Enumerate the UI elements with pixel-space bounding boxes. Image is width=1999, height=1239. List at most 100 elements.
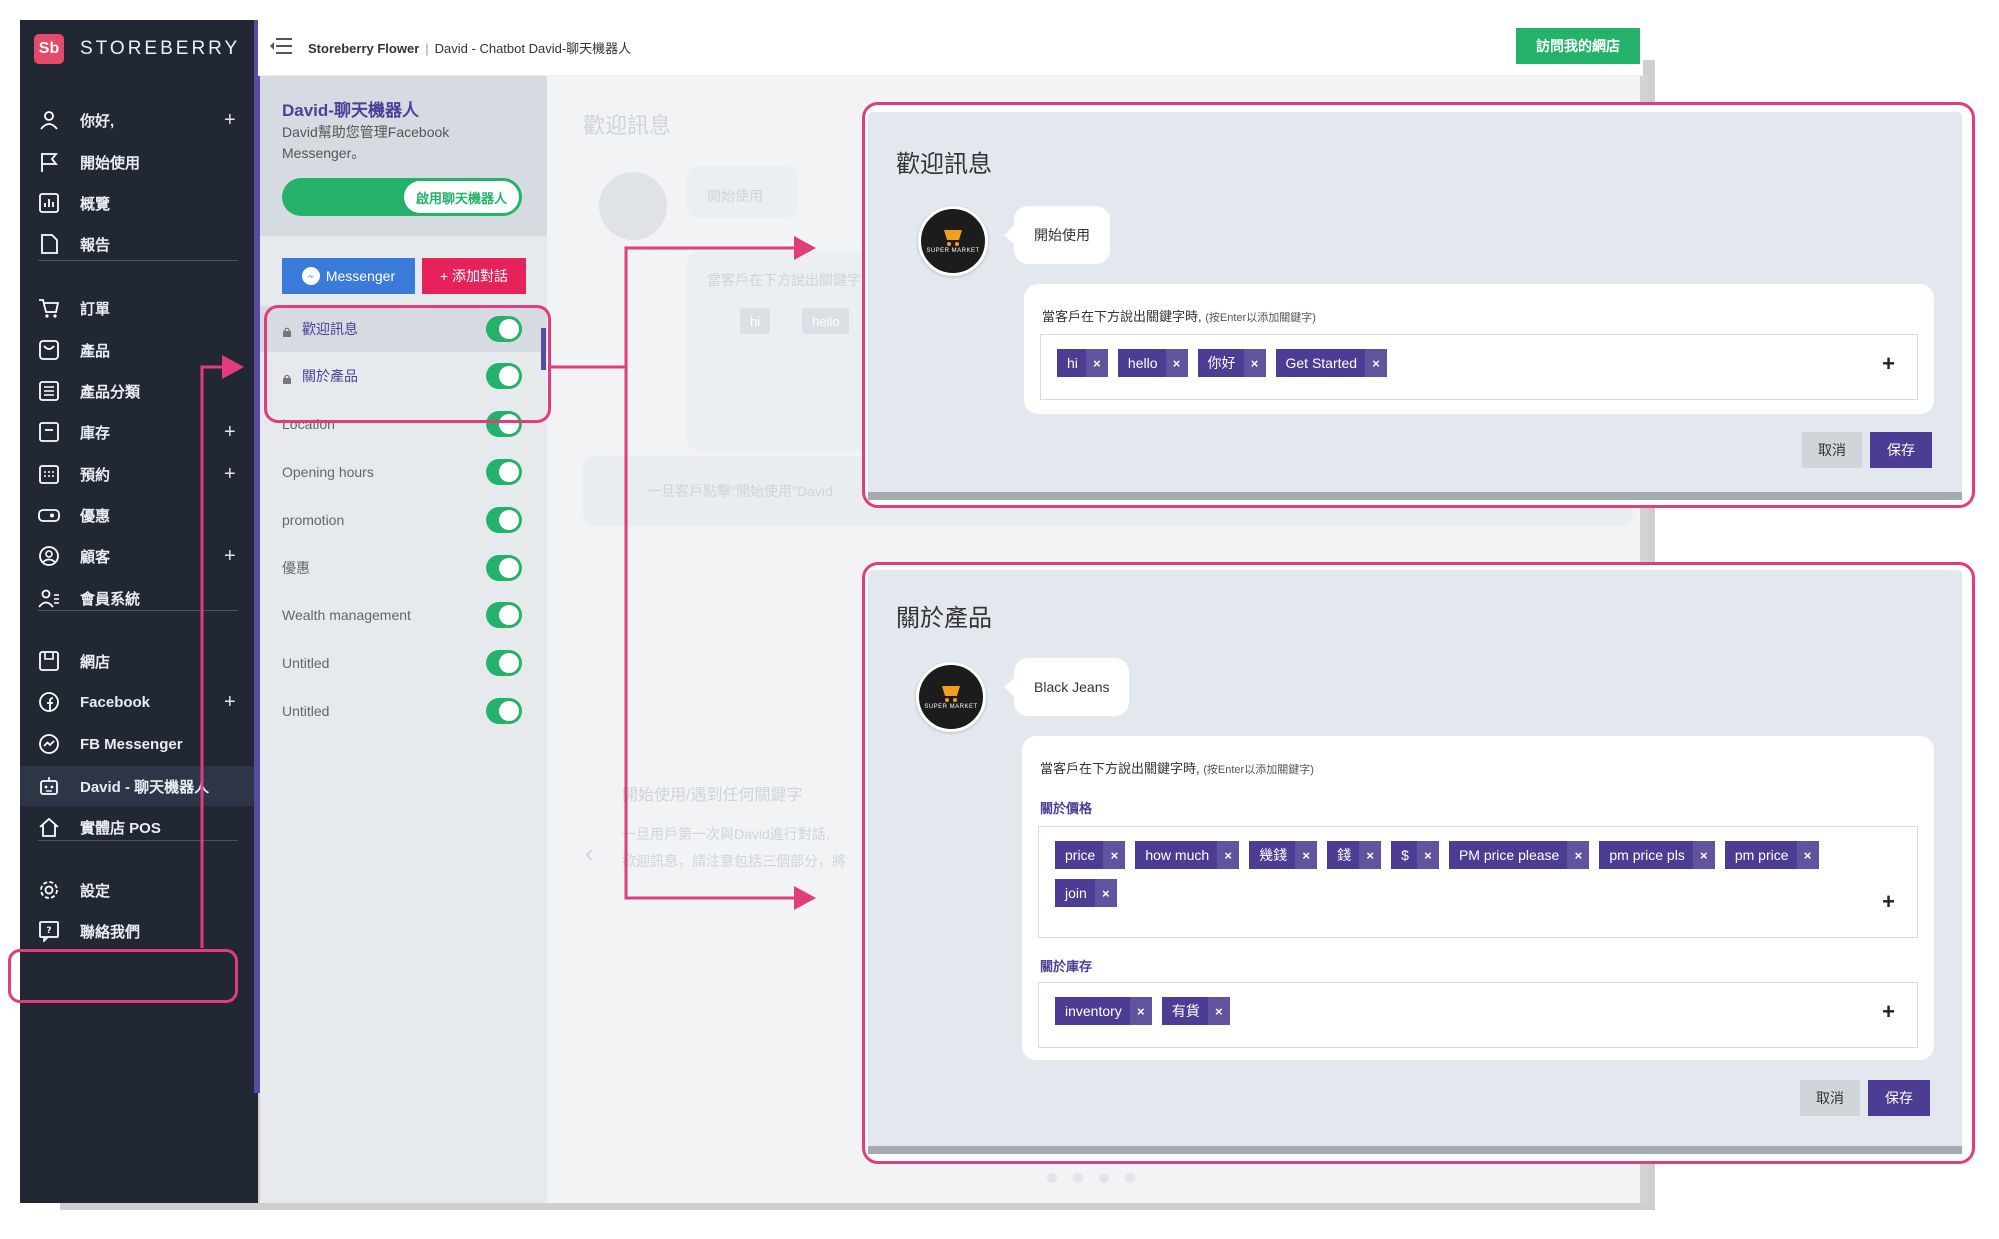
carousel-dot[interactable]	[1073, 1173, 1083, 1183]
bg-prev-arrow-icon[interactable]: ‹	[585, 838, 594, 869]
dialog-item[interactable]: Untitled	[260, 640, 547, 686]
sidebar-item-label: 實體店 POS	[80, 819, 161, 837]
carousel-dot[interactable]	[1125, 1173, 1135, 1183]
user-icon	[38, 109, 60, 131]
remove-tag-icon[interactable]: ×	[1295, 841, 1318, 869]
expand-plus-icon[interactable]: +	[224, 421, 236, 444]
sidebar-item[interactable]: 網店	[20, 641, 258, 681]
sidebar-item-label: 報告	[80, 236, 111, 254]
sidebar-item[interactable]: 顧客 +	[20, 536, 258, 576]
keyword-input-box-price[interactable]: price × how much × 幾錢 × 錢 × $ × PM price please × pm…	[1038, 826, 1918, 938]
visit-store-button[interactable]: 訪問我的網店	[1516, 28, 1640, 64]
sidebar-item[interactable]: Facebook +	[20, 682, 258, 722]
dialog-item[interactable]: Untitled	[260, 688, 547, 734]
expand-plus-icon[interactable]: +	[224, 691, 236, 714]
remove-tag-icon[interactable]: ×	[1359, 841, 1382, 869]
sidebar-item-label: 訂單	[80, 300, 111, 318]
sidebar-item-label: 聯絡我們	[80, 923, 141, 941]
dialog-toggle[interactable]	[486, 698, 522, 724]
dialog-label: 優惠	[282, 560, 310, 576]
bot-message-bubble[interactable]: Black Jeans	[1003, 658, 1130, 716]
sidebar-item[interactable]: 訂單	[20, 288, 258, 328]
keyword-instruction: 當客戶在下方說出關鍵字時, (按Enter以添加關鍵字)	[1040, 758, 1314, 777]
keyword-tag-text: Get Started	[1285, 355, 1358, 371]
sidebar-item[interactable]: David - 聊天機器人	[20, 766, 258, 806]
sidebar-item[interactable]: 開始使用	[20, 142, 258, 182]
remove-tag-icon[interactable]: ×	[1243, 349, 1266, 377]
remove-tag-icon[interactable]: ×	[1796, 841, 1819, 869]
remove-tag-icon[interactable]: ×	[1416, 841, 1439, 869]
keyword-tag-text: 幾錢	[1259, 847, 1288, 863]
expand-plus-icon[interactable]: +	[224, 463, 236, 486]
bot-message-bubble[interactable]: 開始使用	[1004, 206, 1110, 264]
save-button[interactable]: 保存	[1868, 1080, 1930, 1116]
keyword-tags: inventory × 有貨 ×	[1055, 997, 1857, 1025]
keyword-tag-text: 你好	[1207, 355, 1236, 371]
breadcrumb-current: David - Chatbot David-聊天機器人	[434, 41, 632, 56]
keyword-input-box-inventory[interactable]: inventory × 有貨 × +	[1038, 982, 1918, 1048]
brand[interactable]: Sb STOREBERRY	[34, 34, 240, 64]
cancel-button[interactable]: 取消	[1802, 432, 1862, 468]
remove-tag-icon[interactable]: ×	[1217, 841, 1240, 869]
keyword-tag-text: hi	[1067, 355, 1078, 371]
breadcrumb-store[interactable]: Storeberry Flower	[308, 41, 419, 56]
sidebar-item[interactable]: 預約 +	[20, 454, 258, 494]
remove-tag-icon[interactable]: ×	[1692, 841, 1715, 869]
dialog-item[interactable]: Opening hours	[260, 449, 547, 495]
bg-tag-hello: hello	[802, 308, 850, 334]
basket-icon	[942, 686, 960, 702]
add-keyword-button[interactable]: +	[1882, 351, 1895, 377]
enable-chatbot-toggle[interactable]: 啟用聊天機器人	[282, 178, 522, 216]
remove-tag-icon[interactable]: ×	[1085, 349, 1108, 377]
dialog-toggle[interactable]	[486, 459, 522, 485]
dialog-toggle[interactable]	[486, 602, 522, 628]
dialog-label: Untitled	[282, 655, 330, 671]
add-keyword-button[interactable]: +	[1882, 889, 1895, 915]
add-dialog-button[interactable]: + 添加對話	[422, 258, 526, 294]
dialog-item[interactable]: 優惠	[260, 545, 547, 591]
remove-tag-icon[interactable]: ×	[1103, 841, 1126, 869]
carousel-dot[interactable]	[1047, 1173, 1057, 1183]
sidebar-item[interactable]: 優惠	[20, 495, 258, 535]
remove-tag-icon[interactable]: ×	[1094, 879, 1117, 907]
bg-info: 一旦客戶點擊"開始使用"David	[647, 483, 833, 499]
keyword-tag: pm price pls ×	[1599, 841, 1715, 869]
remove-tag-icon[interactable]: ×	[1165, 349, 1188, 377]
dialog-toggle[interactable]	[486, 555, 522, 581]
dialog-item[interactable]: promotion	[260, 497, 547, 543]
robot-icon	[38, 775, 60, 797]
sidebar-item-label: Facebook	[80, 693, 151, 711]
carousel-dot[interactable]	[1099, 1173, 1109, 1183]
ticket-icon	[38, 504, 60, 526]
remove-tag-icon[interactable]: ×	[1567, 841, 1590, 869]
add-keyword-button[interactable]: +	[1882, 999, 1895, 1025]
breadcrumb: Storeberry Flower | David - Chatbot David-…	[308, 38, 631, 57]
remove-tag-icon[interactable]: ×	[1207, 997, 1230, 1025]
sidebar-item[interactable]: 庫存 +	[20, 412, 258, 452]
sidebar-item[interactable]: 產品	[20, 330, 258, 370]
dialog-toggle[interactable]	[486, 507, 522, 533]
bg-heading: 歡迎訊息	[583, 113, 672, 138]
svg-text:?: ?	[46, 926, 51, 936]
dialog-item[interactable]: Wealth management	[260, 592, 547, 638]
messenger-button[interactable]: Messenger	[282, 258, 415, 294]
expand-plus-icon[interactable]: +	[224, 109, 236, 132]
sidebar-item[interactable]: 你好, +	[20, 100, 258, 140]
keyword-input-box[interactable]: hi × hello × 你好 × Get Started × +	[1040, 334, 1918, 400]
collapse-menu-icon[interactable]	[270, 36, 292, 56]
cancel-button[interactable]: 取消	[1800, 1080, 1860, 1116]
remove-tag-icon[interactable]: ×	[1129, 997, 1152, 1025]
remove-tag-icon[interactable]: ×	[1365, 349, 1388, 377]
expand-plus-icon[interactable]: +	[224, 545, 236, 568]
save-button[interactable]: 保存	[1870, 432, 1932, 468]
sidebar-item[interactable]: 產品分類	[20, 371, 258, 411]
sidebar-item[interactable]: 設定	[20, 870, 258, 910]
sidebar-item[interactable]: 實體店 POS	[20, 807, 258, 847]
sidebar-item[interactable]: 概覽	[20, 183, 258, 223]
sidebar-item[interactable]: 會員系統	[20, 578, 258, 618]
sidebar-item[interactable]: 報告	[20, 224, 258, 264]
customer-icon	[38, 545, 60, 567]
sidebar-item[interactable]: ? 聯絡我們	[20, 911, 258, 951]
dialog-toggle[interactable]	[486, 650, 522, 676]
sidebar-item[interactable]: FB Messenger	[20, 724, 258, 764]
